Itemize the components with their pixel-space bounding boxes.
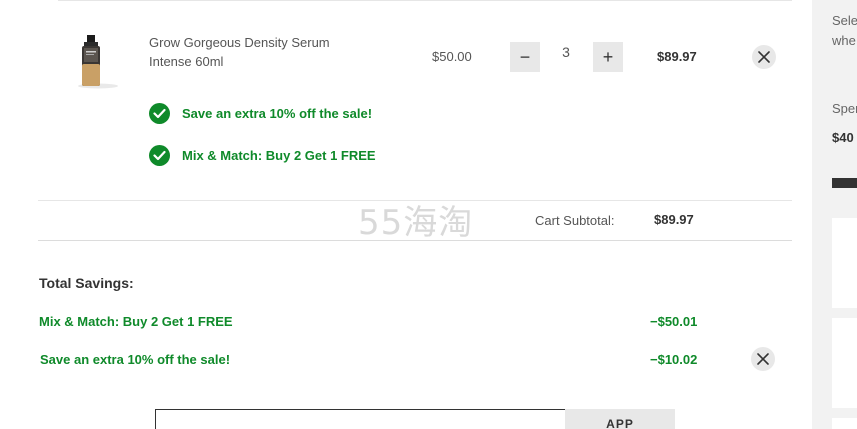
order-summary-sidebar: Sele whe Spen $40 (812, 0, 857, 429)
divider (38, 240, 792, 241)
divider (58, 0, 792, 1)
checkmark-icon (149, 144, 170, 166)
sidebar-amount: $40 (832, 130, 854, 145)
sidebar-card[interactable] (832, 218, 857, 308)
sidebar-card[interactable] (832, 318, 857, 408)
quantity-increase-button[interactable]: + (593, 42, 623, 72)
sidebar-text: Sele (832, 13, 857, 28)
remove-promo-button[interactable] (751, 347, 775, 371)
sidebar-card[interactable] (832, 418, 857, 429)
remove-item-button[interactable] (752, 45, 776, 69)
product-name[interactable]: Grow Gorgeous Density Serum Intense 60ml (149, 33, 359, 71)
sidebar-text: whe (832, 33, 856, 48)
cart-main: Grow Gorgeous Density Serum Intense 60ml… (0, 0, 812, 429)
line-total: $89.97 (657, 49, 697, 64)
quantity-decrease-button[interactable]: − (510, 42, 540, 72)
total-savings-title: Total Savings: (39, 275, 134, 291)
watermark: 55海淘 (358, 203, 474, 243)
promo-code-input[interactable] (155, 409, 566, 429)
promo-label: Mix & Match: Buy 2 Get 1 FREE (182, 147, 376, 163)
unit-price: $50.00 (432, 49, 472, 64)
saving-amount: −$50.01 (650, 314, 698, 329)
promo-applied: Mix & Match: Buy 2 Get 1 FREE (149, 144, 376, 166)
promo-label: Save an extra 10% off the sale! (182, 105, 373, 121)
subtotal-value: $89.97 (654, 212, 694, 227)
close-icon (758, 51, 770, 63)
close-icon (757, 353, 769, 365)
progress-bar (832, 178, 857, 188)
subtotal-label: Cart Subtotal: (535, 213, 615, 228)
apply-promo-button[interactable]: APP (565, 409, 675, 429)
saving-label: Save an extra 10% off the sale! (40, 352, 231, 367)
saving-label: Mix & Match: Buy 2 Get 1 FREE (39, 314, 233, 329)
quantity-value[interactable]: 3 (546, 44, 586, 60)
promo-applied: Save an extra 10% off the sale! (149, 102, 372, 124)
sidebar-text: Spen (832, 101, 857, 116)
saving-amount: −$10.02 (650, 352, 698, 367)
checkmark-icon (149, 102, 170, 124)
product-image[interactable] (74, 34, 124, 90)
